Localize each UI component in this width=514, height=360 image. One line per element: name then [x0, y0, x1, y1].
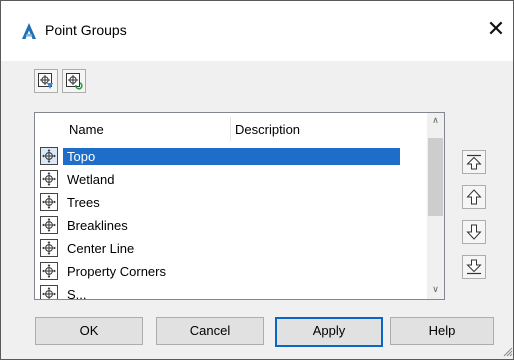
dialog-title: Point Groups — [45, 22, 127, 38]
move-to-top-button[interactable] — [462, 150, 486, 174]
ok-button[interactable]: OK — [35, 317, 143, 345]
column-header-name[interactable]: Name — [69, 122, 104, 137]
list-item-name: Trees — [67, 195, 100, 210]
civil3d-app-icon — [22, 23, 36, 39]
scroll-down-icon[interactable]: ∨ — [427, 282, 444, 299]
scrollbar-thumb[interactable] — [428, 138, 443, 216]
list-item[interactable]: Property Corners — [35, 260, 427, 282]
cancel-button[interactable]: Cancel — [156, 317, 264, 345]
list-item-name: Center Line — [67, 241, 135, 256]
vertical-scrollbar[interactable]: ∧ ∨ — [427, 113, 444, 299]
help-button[interactable]: Help — [390, 317, 494, 345]
list-item-name: Property Corners — [67, 264, 166, 279]
list-item[interactable]: S... — [35, 283, 427, 300]
move-down-icon — [466, 224, 482, 240]
move-to-bottom-button[interactable] — [462, 255, 486, 279]
point-group-icon — [40, 170, 58, 188]
point-group-icon — [40, 216, 58, 234]
point-group-properties-button[interactable] — [34, 69, 58, 93]
update-point-groups-button[interactable] — [62, 69, 86, 93]
column-separator[interactable] — [230, 117, 231, 141]
point-group-icon — [40, 147, 58, 165]
move-up-icon — [466, 189, 482, 205]
list-item-name: Topo — [63, 148, 400, 165]
column-header-description[interactable]: Description — [235, 122, 300, 137]
move-to-bottom-icon — [466, 259, 482, 275]
point-group-icon — [40, 262, 58, 280]
move-up-button[interactable] — [462, 185, 486, 209]
point-groups-dialog: Point Groups ✕ Name Description Topo Wetl… — [0, 0, 514, 360]
list-item-name: Wetland — [67, 172, 115, 187]
point-groups-list[interactable]: Name Description Topo Wetland Trees Breakli… — [34, 112, 445, 300]
apply-button[interactable]: Apply — [275, 317, 383, 347]
update-point-groups-icon — [66, 73, 83, 90]
list-item[interactable]: Wetland — [35, 168, 427, 190]
close-button[interactable]: ✕ — [482, 15, 510, 45]
move-to-top-icon — [466, 154, 482, 170]
close-icon: ✕ — [486, 17, 506, 42]
list-item[interactable]: Topo — [35, 145, 427, 167]
move-down-button[interactable] — [462, 220, 486, 244]
point-group-icon — [40, 285, 58, 299]
list-item[interactable]: Trees — [35, 191, 427, 213]
list-item-name: Breaklines — [67, 218, 128, 233]
resize-grip-icon[interactable] — [501, 345, 513, 357]
list-header: Name Description — [35, 113, 427, 143]
scroll-up-icon[interactable]: ∧ — [427, 113, 444, 130]
title-bar: Point Groups ✕ — [1, 1, 513, 61]
point-group-properties-icon — [38, 73, 53, 89]
point-group-icon — [40, 239, 58, 257]
list-item[interactable]: Breaklines — [35, 214, 427, 236]
point-group-icon — [40, 193, 58, 211]
list-item-name: S... — [67, 287, 87, 300]
list-item[interactable]: Center Line — [35, 237, 427, 259]
